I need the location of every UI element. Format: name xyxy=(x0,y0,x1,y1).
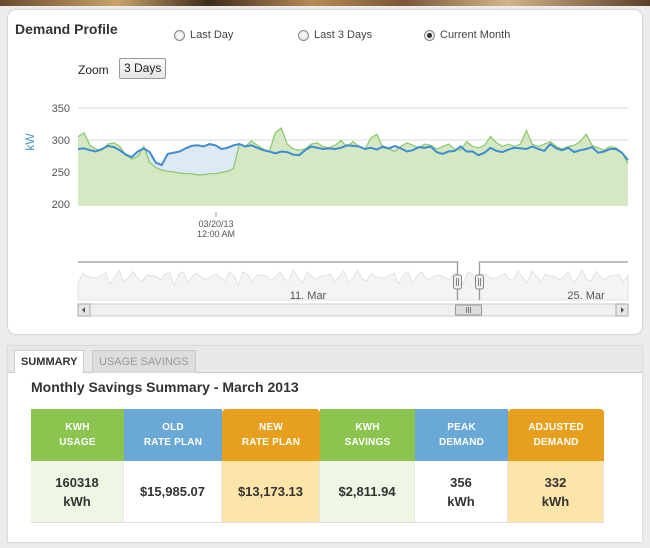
column-header-line: ADJUSTED xyxy=(528,422,584,433)
zoom-label: Zoom xyxy=(78,63,109,77)
navigator-tick-label: 11. Mar xyxy=(290,290,327,302)
column-value: $13,173.13 xyxy=(222,461,320,523)
column-header-line: KWH xyxy=(65,422,90,433)
column-header-line: PEAK xyxy=(447,422,476,433)
scrollbar-track xyxy=(77,303,629,317)
savings-panel: SUMMARY USAGE SAVINGS Monthly Savings Su… xyxy=(8,346,642,542)
column-kwh-savings: KWH SAVINGS $2,811.94 xyxy=(320,409,415,523)
summary-title: Monthly Savings Summary - March 2013 xyxy=(31,379,299,395)
value-line: $2,811.94 xyxy=(338,484,396,499)
x-tick-label: 12:00 AM xyxy=(197,229,235,239)
radio-last-day[interactable]: Last Day xyxy=(174,29,233,41)
value-line: 160318 xyxy=(55,474,99,490)
y-axis-label: kW xyxy=(23,133,37,151)
column-header: ADJUSTED DEMAND xyxy=(508,409,604,461)
radio-last-3-days[interactable]: Last 3 Days xyxy=(298,29,372,41)
panel-title: Demand Profile xyxy=(15,21,118,37)
y-tick-label: 200 xyxy=(52,199,70,211)
column-header: KWH USAGE xyxy=(31,409,124,461)
radio-label: Current Month xyxy=(440,29,511,41)
column-header-line: OLD xyxy=(162,422,184,433)
tab-bar: SUMMARY USAGE SAVINGS xyxy=(8,346,642,373)
column-header-line: SAVINGS xyxy=(344,437,391,448)
column-value: $15,985.07 xyxy=(124,461,222,523)
value-unit: kWh xyxy=(447,493,475,509)
radio-current-month[interactable]: Current Month xyxy=(424,29,510,41)
demand-profile-panel: 350 300 250 200 kW 03/20/13 12:00 AM 11. Mar 25.… xyxy=(8,10,642,334)
column-value: $2,811.94 xyxy=(320,461,415,523)
radio-button-icon xyxy=(174,29,185,41)
column-header-line: RATE PLAN xyxy=(143,437,203,448)
radio-button-selected-icon xyxy=(424,29,435,41)
navigator-handle[interactable] xyxy=(475,274,484,290)
column-header: OLD RATE PLAN xyxy=(124,409,222,461)
navigator-series xyxy=(77,268,629,301)
demand-chart: 350 300 250 200 kW 03/20/1312:00 AM 11. Mar 25.… xyxy=(23,103,629,317)
radio-button-icon xyxy=(298,29,309,41)
column-header-line: KWH xyxy=(355,422,380,433)
column-peak-demand: PEAK DEMAND 356 kWh xyxy=(415,409,508,523)
value-unit: kWh xyxy=(63,493,91,509)
savings-table: KWH USAGE 160318 kWh OLD RATE PLAN $15,985.07 N… xyxy=(31,409,604,523)
value-line: $13,173.13 xyxy=(237,484,304,499)
value-line: 332 xyxy=(544,474,567,490)
column-header: NEW RATE PLAN xyxy=(222,409,320,461)
column-new-rate-plan: NEW RATE PLAN $13,173.13 xyxy=(222,409,320,523)
column-header-line: DEMAND xyxy=(438,437,485,448)
column-header-line: RATE PLAN xyxy=(241,437,301,448)
y-tick-label: 300 xyxy=(52,135,70,147)
tab-summary[interactable]: SUMMARY xyxy=(14,350,85,373)
radio-label: Last Day xyxy=(190,29,234,41)
header-image-strip xyxy=(0,0,650,6)
y-tick-label: 350 xyxy=(52,103,70,115)
column-kwh-usage: KWH USAGE 160318 kWh xyxy=(31,409,124,523)
column-value: 356 kWh xyxy=(415,461,508,523)
column-header-line: USAGE xyxy=(59,437,96,448)
x-tick-label: 03/20/13 xyxy=(198,219,233,229)
column-value: 160318 kWh xyxy=(31,461,124,523)
column-header: KWH SAVINGS xyxy=(320,409,415,461)
navigator-handle[interactable] xyxy=(453,274,462,290)
column-old-rate-plan: OLD RATE PLAN $15,985.07 xyxy=(124,409,222,523)
value-line: $15,985.07 xyxy=(139,484,206,499)
navigator-tick-label: 25. Mar xyxy=(567,290,605,302)
column-value: 332 kWh xyxy=(508,461,604,523)
zoom-3-days-button[interactable]: 3 Days xyxy=(119,58,167,79)
column-header-line: DEMAND xyxy=(533,437,579,448)
value-line: 356 xyxy=(450,474,472,490)
column-header-line: NEW xyxy=(259,422,283,433)
tab-usage-savings[interactable]: USAGE SAVINGS xyxy=(92,350,196,373)
y-tick-label: 250 xyxy=(52,167,70,179)
radio-label: Last 3 Days xyxy=(314,29,373,41)
column-adjusted-demand: ADJUSTED DEMAND 332 kWh xyxy=(508,409,604,523)
column-header: PEAK DEMAND xyxy=(415,409,508,461)
value-unit: kWh xyxy=(541,493,570,509)
